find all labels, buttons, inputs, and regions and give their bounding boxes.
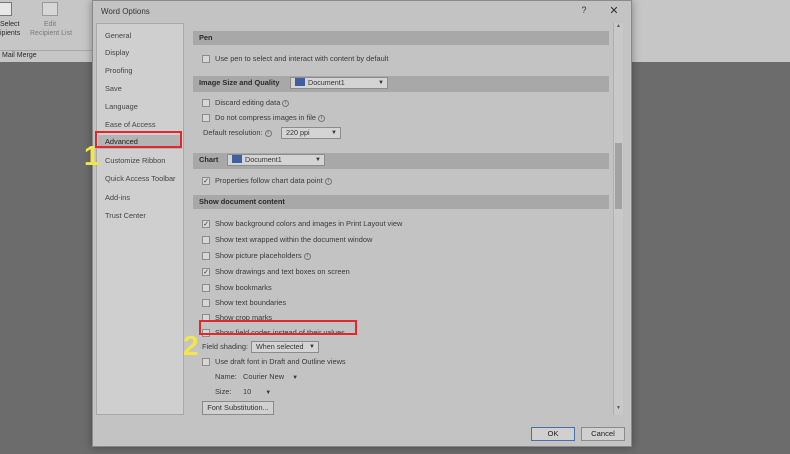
resolution-dropdown[interactable]: 220 ppi ▼ <box>281 127 341 139</box>
font-size-dropdown[interactable]: 10 ▼ <box>243 386 271 398</box>
image-document-dropdown[interactable]: Document1 ▼ <box>290 77 388 89</box>
nav-item-ease-of-access[interactable]: Ease of Access <box>98 118 182 132</box>
show-picture-placeholders-text: Show picture placeholders <box>215 251 302 260</box>
properties-follow-label: Properties follow chart data point i <box>215 175 332 187</box>
nav-item-display[interactable]: Display <box>98 46 182 60</box>
show-picture-placeholders-checkbox[interactable] <box>202 252 210 260</box>
font-name-value: Courier New <box>243 372 285 381</box>
show-bookmarks-checkbox[interactable] <box>202 284 210 292</box>
nav-item-quick-access-toolbar[interactable]: Quick Access Toolbar <box>98 172 182 186</box>
nav-item-trust-center[interactable]: Trust Center <box>98 209 182 223</box>
chart-document-value: Document1 <box>245 155 282 164</box>
section-header-image: Image Size and Quality <box>193 76 609 92</box>
nav-item-language[interactable]: Language <box>98 100 182 114</box>
chevron-down-icon: ▼ <box>292 375 299 381</box>
chevron-down-icon: ▼ <box>315 157 321 163</box>
show-text-boundaries-label: Show text boundaries <box>215 298 287 307</box>
document-icon <box>295 78 305 86</box>
image-document-value: Document1 <box>308 78 345 87</box>
nav-item-add-ins[interactable]: Add-ins <box>98 191 182 205</box>
resolution-text: Default resolution: <box>203 128 263 137</box>
info-icon: i <box>324 178 332 185</box>
advanced-options-panel: Pen Use pen to select and interact with … <box>191 23 621 415</box>
section-header-show-content: Show document content <box>193 195 609 209</box>
show-background-label: Show background colors and images in Pri… <box>215 219 403 228</box>
show-text-wrapped-checkbox[interactable] <box>202 236 210 244</box>
draft-font-checkbox[interactable] <box>202 358 210 366</box>
nav-item-save[interactable]: Save <box>98 82 182 96</box>
no-compress-text: Do not compress images in file <box>215 113 317 122</box>
chevron-down-icon: ▼ <box>331 130 337 136</box>
ribbon-select-label[interactable]: Select <box>0 21 19 29</box>
nav-item-customize-ribbon[interactable]: Customize Ribbon <box>98 154 182 168</box>
step-marker-1: 1 <box>84 140 100 171</box>
options-nav: General Display Proofing Save Language E… <box>96 23 184 415</box>
ribbon-right <box>632 0 790 62</box>
discard-editing-label: Discard editing data i <box>215 97 290 109</box>
scroll-thumb[interactable] <box>615 143 622 209</box>
edit-recipient-list-icon <box>42 2 58 16</box>
document-icon <box>232 155 242 163</box>
info-icon: i <box>264 130 272 137</box>
no-compress-checkbox[interactable] <box>202 114 210 122</box>
draft-font-label: Use draft font in Draft and Outline view… <box>215 357 346 366</box>
step-marker-2: 2 <box>183 330 199 361</box>
ribbon-recipients-label[interactable]: ipients <box>0 30 20 38</box>
show-text-boundaries-checkbox[interactable] <box>202 299 210 307</box>
font-substitution-button[interactable]: Font Substitution... <box>202 401 274 415</box>
show-background-checkbox[interactable]: ✓ <box>202 220 210 228</box>
close-button[interactable]: ✕ <box>607 4 621 17</box>
show-drawings-checkbox[interactable]: ✓ <box>202 268 210 276</box>
content-scrollbar[interactable]: ▲ ▼ <box>613 23 623 415</box>
ribbon-left: Select ipients Edit Recipient List Mail … <box>0 0 92 62</box>
show-text-wrapped-label: Show text wrapped within the document wi… <box>215 235 373 244</box>
info-icon: i <box>303 253 311 260</box>
dialog-title: Word Options <box>101 7 150 16</box>
discard-editing-text: Discard editing data <box>215 98 281 107</box>
title-bar: Word Options ? ✕ <box>93 1 631 21</box>
use-pen-checkbox[interactable] <box>202 55 210 63</box>
discard-editing-checkbox[interactable] <box>202 99 210 107</box>
font-name-label: Name: <box>215 372 237 381</box>
highlight-advanced <box>95 131 182 148</box>
show-bookmarks-label: Show bookmarks <box>215 283 272 292</box>
resolution-label: Default resolution: i <box>203 127 272 139</box>
ok-button[interactable]: OK <box>531 427 575 441</box>
chevron-down-icon: ▼ <box>378 80 384 86</box>
ribbon-edit-label[interactable]: Edit <box>44 21 56 29</box>
properties-follow-text: Properties follow chart data point <box>215 176 323 185</box>
resolution-value: 220 ppi <box>286 128 310 137</box>
nav-item-proofing[interactable]: Proofing <box>98 64 182 78</box>
chart-document-dropdown[interactable]: Document1 ▼ <box>227 154 325 166</box>
font-name-dropdown[interactable]: Courier New ▼ <box>243 371 298 383</box>
highlight-field-codes <box>199 320 357 335</box>
field-shading-label: Field shading: <box>202 342 249 351</box>
properties-follow-checkbox[interactable]: ✓ <box>202 177 210 185</box>
font-size-label: Size: <box>215 387 232 396</box>
scroll-down-arrow-icon[interactable]: ▼ <box>614 405 623 415</box>
use-pen-label: Use pen to select and interact with cont… <box>215 54 389 63</box>
chevron-down-icon: ▼ <box>309 344 315 350</box>
no-compress-label: Do not compress images in file i <box>215 112 326 124</box>
font-size-value: 10 <box>243 387 252 396</box>
group-label-mail-merge: Mail Merge <box>2 52 37 59</box>
cancel-button[interactable]: Cancel <box>581 427 625 441</box>
scroll-up-arrow-icon[interactable]: ▲ <box>614 23 623 33</box>
image-section-title: Image Size and Quality <box>199 78 280 87</box>
info-icon: i <box>318 115 326 122</box>
section-header-pen: Pen <box>193 31 609 45</box>
word-options-dialog: Word Options ? ✕ General Display Proofin… <box>92 0 632 447</box>
help-button[interactable]: ? <box>577 5 591 17</box>
field-shading-dropdown[interactable]: When selected ▼ <box>251 341 319 353</box>
field-shading-value: When selected <box>256 342 304 351</box>
show-drawings-label: Show drawings and text boxes on screen <box>215 267 350 276</box>
ribbon-divider <box>0 50 92 51</box>
ribbon-recipient-list-label[interactable]: Recipient List <box>30 30 72 38</box>
select-recipients-icon <box>0 2 12 16</box>
chart-section-title: Chart <box>199 155 219 164</box>
info-icon: i <box>282 100 290 107</box>
chevron-down-icon: ▼ <box>265 390 272 396</box>
nav-item-general[interactable]: General <box>98 29 182 43</box>
show-picture-placeholders-label: Show picture placeholders i <box>215 250 311 262</box>
